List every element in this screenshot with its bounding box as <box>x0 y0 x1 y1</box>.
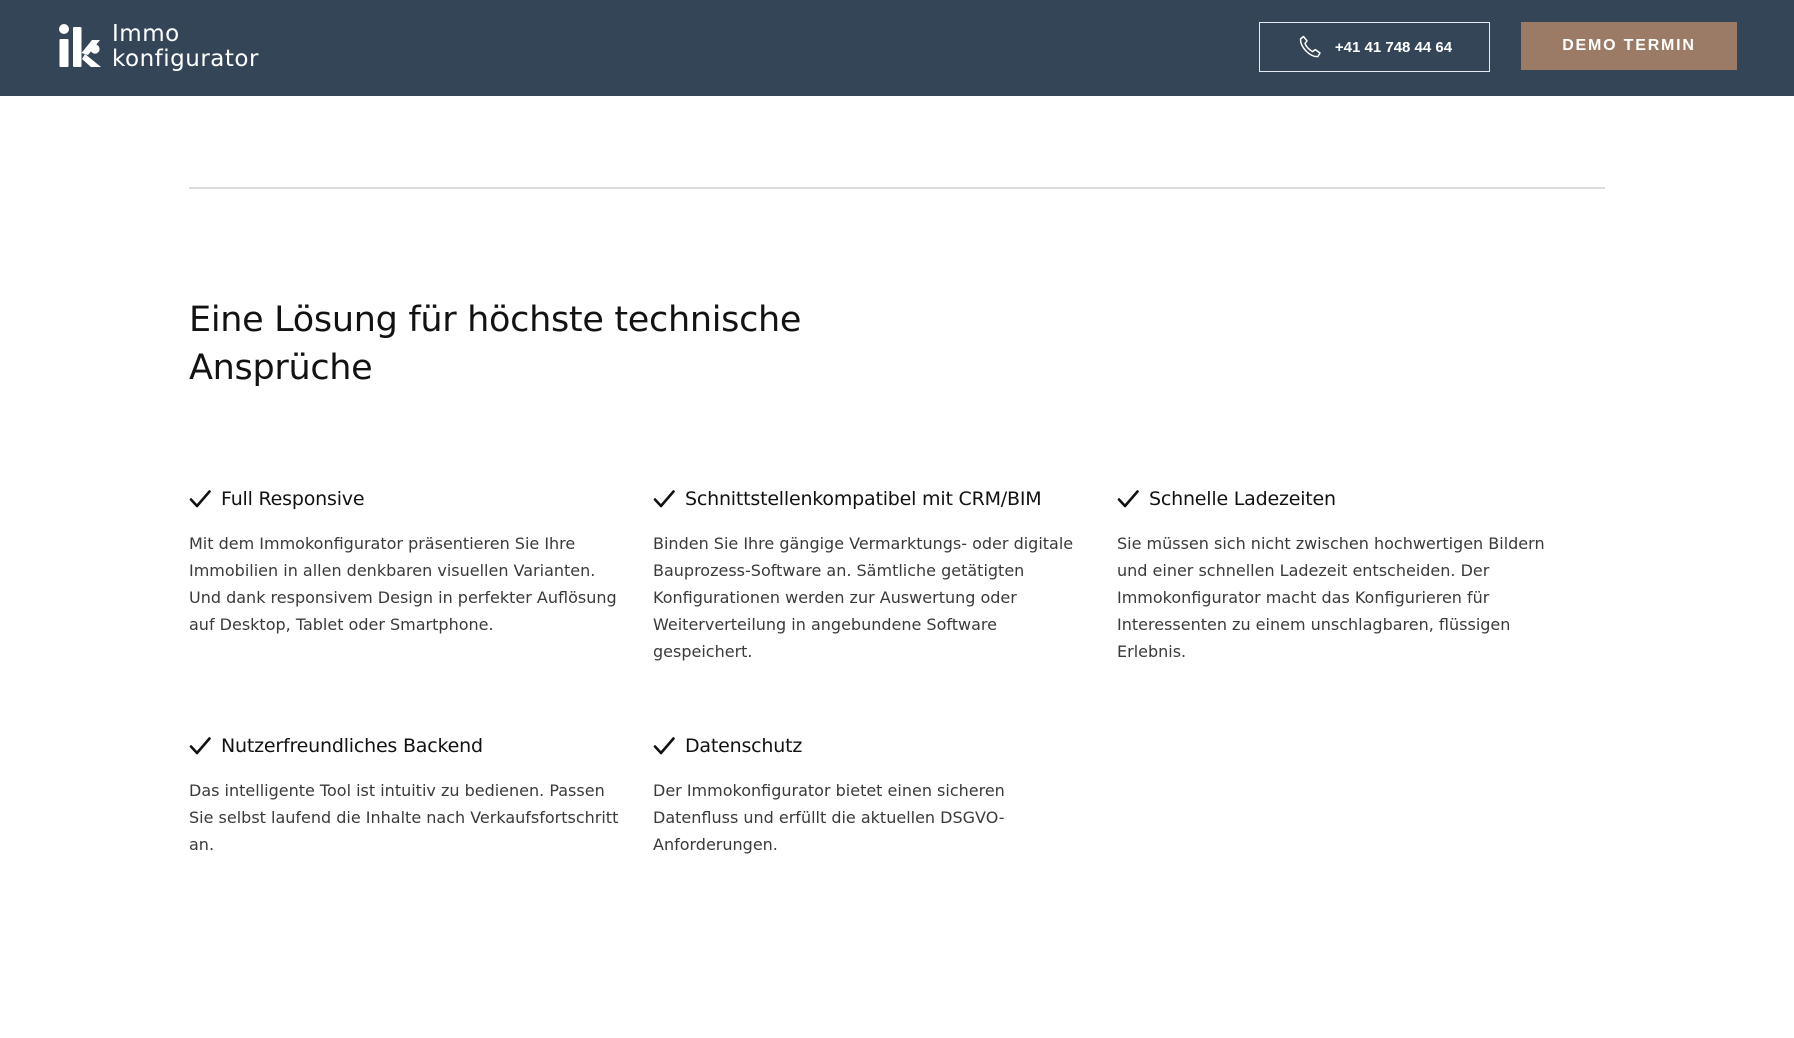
feature-item: Schnelle Ladezeiten Sie müssen sich nich… <box>1117 484 1557 665</box>
logo-wordmark: Immo konfigurator <box>112 22 259 72</box>
feature-title: Full Responsive <box>221 488 365 510</box>
feature-description: Der Immokonfigurator bietet einen sicher… <box>653 781 1005 854</box>
feature-item: Full Responsive Mit dem Immokonfigurator… <box>189 484 629 638</box>
feature-title: Schnelle Ladezeiten <box>1149 488 1336 510</box>
demo-termin-button[interactable]: DEMO TERMIN <box>1521 22 1737 70</box>
feature-header: Full Responsive <box>189 484 629 514</box>
logo-line-2: konfigurator <box>112 46 259 72</box>
check-icon <box>1117 490 1139 508</box>
section-title: Eine Lösung für höchste technische Anspr… <box>189 300 802 388</box>
phone-button[interactable]: +41 41 748 44 64 <box>1259 22 1490 72</box>
feature-description: Binden Sie Ihre gängige Vermarktungs- od… <box>653 534 1074 661</box>
feature-title: Schnittstellenkompatibel mit CRM/BIM <box>685 488 1042 510</box>
feature-title: Nutzerfreundliches Backend <box>221 735 483 757</box>
feature-header: Schnittstellenkompatibel mit CRM/BIM <box>653 484 1093 514</box>
feature-header: Schnelle Ladezeiten <box>1117 484 1557 514</box>
feature-header: Nutzerfreundliches Backend <box>189 731 629 761</box>
feature-item: Schnittstellenkompatibel mit CRM/BIM Bin… <box>653 484 1093 665</box>
feature-description: Mit dem Immokonfigurator präsentieren Si… <box>189 534 617 634</box>
feature-description: Sie müssen sich nicht zwischen hochwerti… <box>1117 534 1545 661</box>
feature-title: Datenschutz <box>685 735 803 757</box>
check-icon <box>653 490 675 508</box>
logo-link[interactable]: Immo konfigurator <box>58 20 259 74</box>
section-divider <box>189 187 1605 189</box>
phone-icon <box>1299 35 1321 58</box>
feature-header: Datenschutz <box>653 731 1093 761</box>
logo-icon <box>59 24 101 67</box>
feature-item: Datenschutz Der Immokonfigurator bietet … <box>653 731 1093 858</box>
feature-item: Nutzerfreundliches Backend Das intellige… <box>189 731 629 858</box>
check-icon <box>189 490 211 508</box>
check-icon <box>653 737 675 755</box>
logo-line-1: Immo <box>112 21 180 47</box>
check-icon <box>189 737 211 755</box>
phone-number: +41 41 748 44 64 <box>1334 38 1453 56</box>
site-header: Immo konfigurator +41 41 748 44 64 DEMO … <box>0 0 1794 96</box>
feature-description: Das intelligente Tool ist intuitiv zu be… <box>189 781 619 854</box>
